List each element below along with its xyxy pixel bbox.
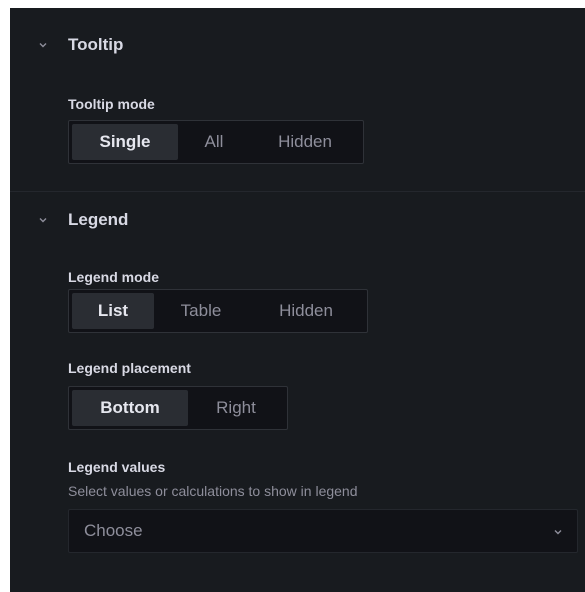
legend-mode-option-table[interactable]: Table — [154, 293, 248, 329]
screenshot-frame: Tooltip Tooltip mode Single All Hidden L… — [0, 0, 585, 592]
legend-section-header[interactable]: Legend — [10, 201, 585, 241]
options-panel: Tooltip Tooltip mode Single All Hidden L… — [10, 8, 585, 592]
tooltip-mode-option-single[interactable]: Single — [72, 124, 178, 160]
legend-placement-label: Legend placement — [68, 360, 191, 376]
section-divider — [10, 191, 585, 192]
tooltip-mode-option-hidden[interactable]: Hidden — [250, 124, 360, 160]
tooltip-section: Tooltip Tooltip mode Single All Hidden — [10, 26, 585, 191]
legend-values-label: Legend values — [68, 459, 166, 475]
legend-values-description: Select values or calculations to show in… — [68, 483, 358, 499]
legend-values-select[interactable]: Choose — [68, 509, 578, 553]
legend-values-placeholder: Choose — [84, 521, 143, 540]
tooltip-mode-option-all[interactable]: All — [178, 124, 250, 160]
legend-mode-label: Legend mode — [68, 269, 160, 285]
tooltip-section-title: Tooltip — [68, 35, 124, 54]
legend-placement-option-right[interactable]: Right — [188, 390, 284, 426]
legend-mode-radio-group: List Table Hidden — [68, 289, 368, 333]
legend-section-title: Legend — [68, 210, 129, 229]
chevron-down-icon — [39, 218, 47, 223]
tooltip-mode-radio-group: Single All Hidden — [68, 120, 364, 164]
legend-mode-option-list[interactable]: List — [72, 293, 154, 329]
tooltip-section-header[interactable]: Tooltip — [10, 26, 585, 66]
legend-placement-radio-group: Bottom Right — [68, 386, 288, 430]
chevron-down-icon — [39, 43, 47, 48]
legend-placement-option-bottom[interactable]: Bottom — [72, 390, 188, 426]
caret-down-icon — [554, 530, 562, 535]
legend-mode-option-hidden[interactable]: Hidden — [248, 293, 364, 329]
tooltip-mode-label: Tooltip mode — [68, 96, 155, 112]
